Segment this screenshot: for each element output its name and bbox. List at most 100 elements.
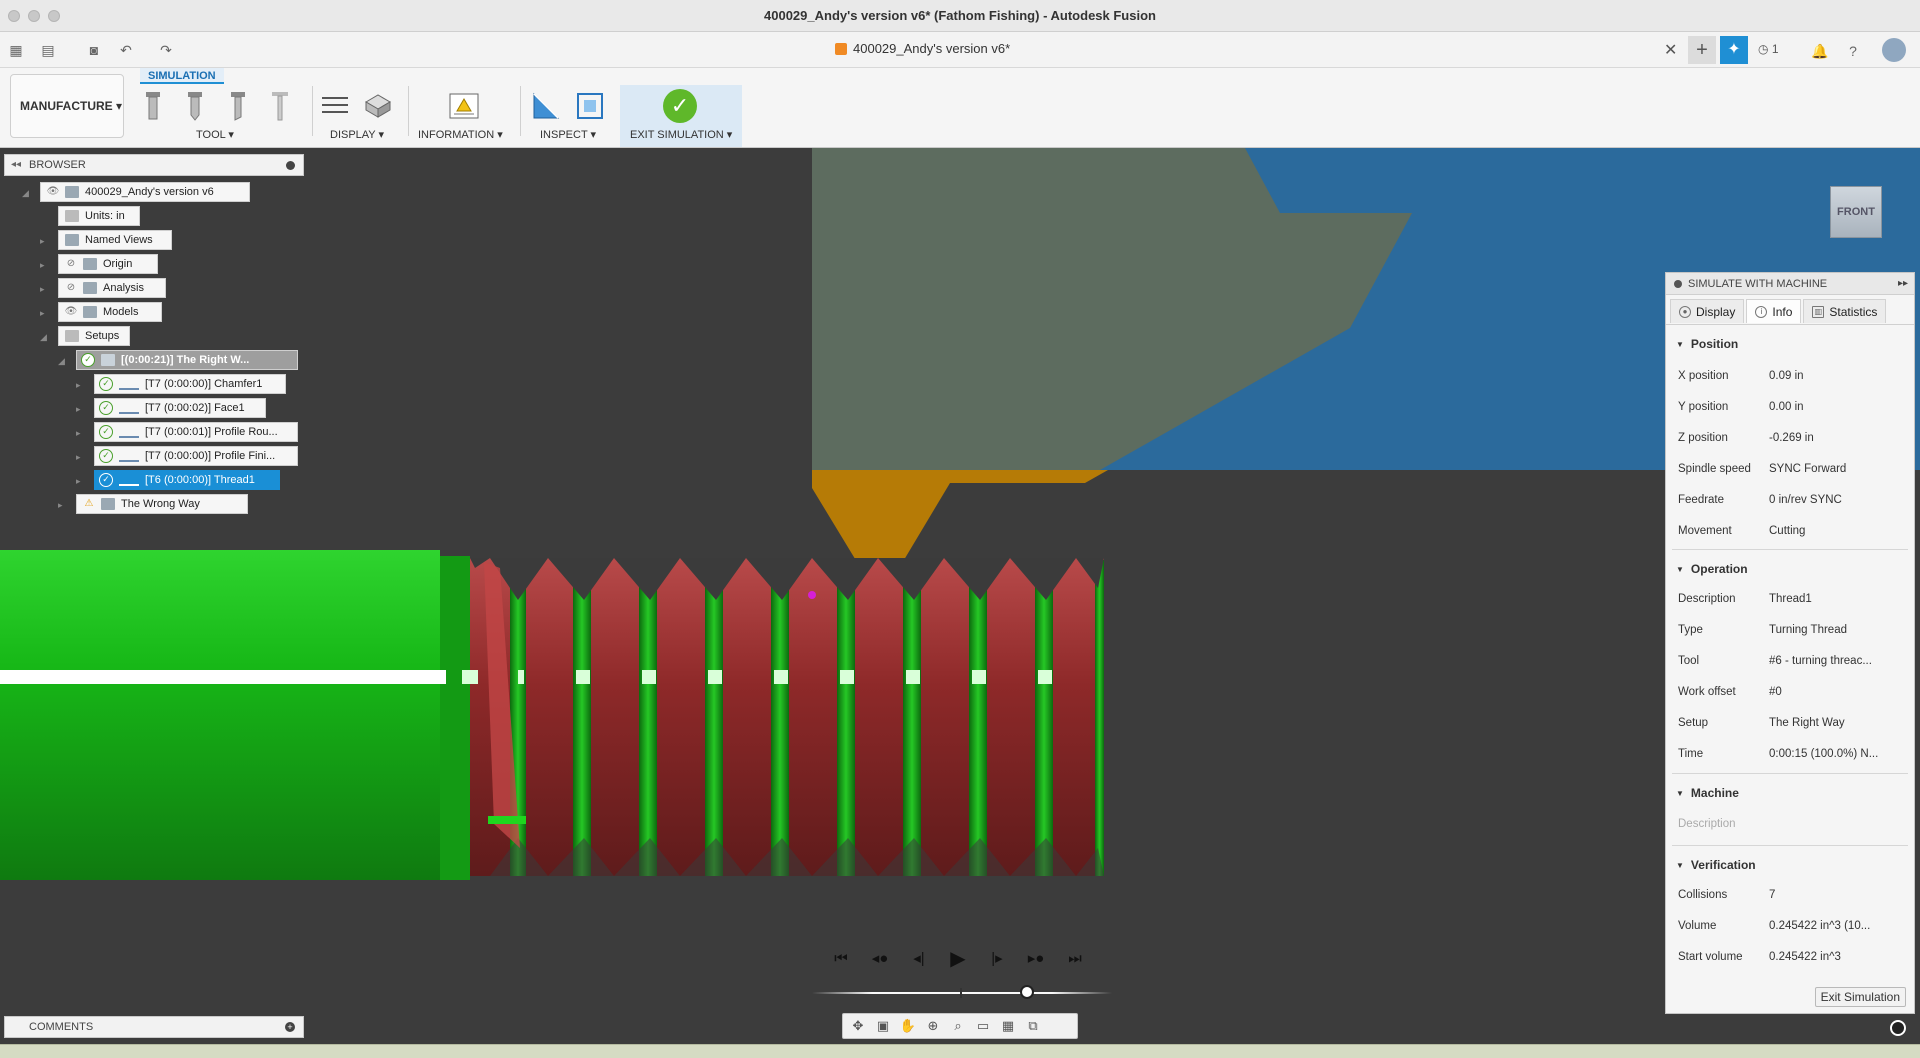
redo-icon[interactable]: ↷ — [156, 40, 176, 60]
expand-arrow-icon[interactable]: ▸ — [40, 308, 50, 318]
help-icon[interactable]: ? — [1843, 41, 1863, 61]
document-tab[interactable]: 400029_Andy's version v6* — [835, 41, 1010, 56]
tab-info[interactable]: i Info — [1746, 299, 1802, 323]
collapse-panel-icon[interactable]: ◂◂ — [11, 155, 21, 175]
minimize-panel-icon[interactable] — [1674, 280, 1682, 288]
section-position[interactable]: Position — [1676, 337, 1738, 351]
save-icon[interactable]: ◙ — [84, 40, 104, 60]
zoom-icon[interactable]: ⊕ — [924, 1017, 942, 1035]
comments-panel[interactable]: COMMENTS + — [4, 1016, 304, 1038]
tree-setup-right-way[interactable]: ✓ [(0:00:21)] The Right W... — [76, 350, 298, 370]
step-back-icon[interactable]: ◂| — [908, 948, 930, 970]
design-timeline[interactable] — [0, 1044, 1920, 1058]
orbit-icon[interactable]: ✥ — [849, 1017, 867, 1035]
tree-op-profile-rough[interactable]: ✓ [T7 (0:00:01)] Profile Rou... — [94, 422, 298, 442]
job-status[interactable]: ◷ 1 — [1758, 42, 1779, 56]
tree-named-views[interactable]: Named Views — [58, 230, 172, 250]
section-verification[interactable]: Verification — [1676, 858, 1756, 872]
graphics-canvas[interactable] — [0, 148, 1920, 1044]
tab-display[interactable]: ● Display — [1670, 299, 1745, 323]
next-operation-icon[interactable]: ▸● — [1025, 948, 1047, 970]
expand-arrow-icon[interactable]: ◢ — [40, 332, 50, 342]
visibility-eye-off-icon[interactable]: ⊘ — [63, 258, 79, 270]
row-label: Type — [1678, 624, 1703, 636]
expand-arrow-icon[interactable]: ▸ — [58, 500, 68, 510]
information-icon[interactable] — [448, 90, 480, 122]
expand-arrow-icon[interactable]: ▸ — [40, 236, 50, 246]
simulate-panel-header[interactable]: SIMULATE WITH MACHINE ▸▸ — [1666, 273, 1914, 295]
tree-op-thread[interactable]: ✓ [T6 (0:00:00)] Thread1 — [94, 470, 280, 490]
section-machine[interactable]: Machine — [1676, 786, 1739, 800]
tool-drill-icon[interactable] — [185, 90, 205, 122]
tree-units[interactable]: Units: in — [58, 206, 140, 226]
tab-simulation[interactable]: SIMULATION — [140, 68, 224, 84]
expand-arrow-icon[interactable]: ◢ — [22, 188, 32, 198]
view-cube[interactable]: FRONT — [1830, 186, 1882, 238]
visibility-eye-off-icon[interactable]: ⊘ — [63, 282, 79, 294]
display-stock-icon[interactable] — [362, 90, 394, 122]
tree-op-profile-finish[interactable]: ✓ [T7 (0:00:00)] Profile Fini... — [94, 446, 298, 466]
section-operation[interactable]: Operation — [1676, 562, 1748, 576]
tree-origin[interactable]: ⊘ Origin — [58, 254, 158, 274]
expand-arrow-icon[interactable]: ▸ — [76, 476, 86, 486]
check-circle-icon: ✓ — [99, 473, 113, 487]
look-at-icon[interactable]: ▣ — [874, 1017, 892, 1035]
tool-group-label[interactable]: TOOL ▾ — [196, 128, 234, 141]
panel-options-icon[interactable] — [286, 161, 295, 170]
exit-simulation-button[interactable]: ✓ EXIT SIMULATION ▾ — [620, 85, 742, 147]
setup-icon — [101, 498, 115, 510]
fit-icon[interactable]: ⌕ — [949, 1017, 967, 1035]
file-menu-icon[interactable]: ▤ — [38, 40, 58, 60]
tree-analysis[interactable]: ⊘ Analysis — [58, 278, 166, 298]
undo-icon[interactable]: ↶ — [116, 40, 136, 60]
workspace-switcher[interactable]: MANUFACTURE ▾ — [10, 74, 124, 138]
tab-statistics[interactable]: ▥ Statistics — [1803, 299, 1887, 323]
browser-header[interactable]: ◂◂ BROWSER — [4, 154, 304, 176]
new-tab-button[interactable]: + — [1688, 36, 1716, 64]
display-lines-icon[interactable] — [320, 90, 350, 122]
expand-panel-icon[interactable]: ▸▸ — [1898, 273, 1908, 295]
playback-timeline-track[interactable] — [812, 992, 1112, 994]
viewports-icon[interactable]: ⧉ — [1024, 1017, 1042, 1035]
tool-chamfer-icon[interactable] — [228, 90, 248, 122]
expand-arrow-icon[interactable]: ▸ — [76, 452, 86, 462]
expand-arrow-icon[interactable]: ◢ — [58, 356, 68, 366]
inspect-group-label[interactable]: INSPECT ▾ — [540, 128, 596, 141]
expand-arrow-icon[interactable]: ▸ — [76, 404, 86, 414]
skip-to-end-icon[interactable]: ⏭ — [1064, 948, 1086, 970]
information-group-label[interactable]: INFORMATION ▾ — [418, 128, 503, 141]
tool-endmill-icon[interactable] — [143, 90, 163, 122]
skip-to-start-icon[interactable]: ⏮ — [830, 948, 852, 970]
visibility-eye-icon[interactable]: 👁 — [45, 186, 61, 198]
pan-icon[interactable]: ✋ — [899, 1017, 917, 1035]
display-group-label[interactable]: DISPLAY ▾ — [330, 128, 384, 141]
extensions-icon[interactable]: ✦ — [1720, 36, 1748, 64]
previous-operation-icon[interactable]: ◂● — [869, 948, 891, 970]
expand-arrow-icon[interactable]: ▸ — [76, 428, 86, 438]
tree-setups[interactable]: Setups — [58, 326, 130, 346]
user-avatar[interactable] — [1882, 38, 1906, 62]
tree-models[interactable]: 👁 Models — [58, 302, 162, 322]
tree-setup-wrong-way[interactable]: ⚠ The Wrong Way — [76, 494, 248, 514]
capture-icon[interactable] — [1890, 1020, 1906, 1036]
display-settings-icon[interactable]: ▭ — [974, 1017, 992, 1035]
expand-arrow-icon[interactable]: ▸ — [40, 260, 50, 270]
tree-op-chamfer[interactable]: ✓ [T7 (0:00:00)] Chamfer1 — [94, 374, 286, 394]
visibility-eye-icon[interactable]: 👁 — [63, 306, 79, 318]
add-comment-icon[interactable]: + — [285, 1022, 295, 1032]
expand-arrow-icon[interactable]: ▸ — [40, 284, 50, 294]
exit-simulation-panel-button[interactable]: Exit Simulation — [1814, 987, 1906, 1007]
expand-arrow-icon[interactable]: ▸ — [76, 380, 86, 390]
inspect-compare-icon[interactable] — [574, 90, 606, 122]
playback-slider-handle[interactable] — [1020, 985, 1034, 999]
inspect-measure-icon[interactable] — [530, 90, 562, 122]
tree-root[interactable]: 👁 400029_Andy's version v6 — [40, 182, 250, 202]
grid-settings-icon[interactable]: ▦ — [999, 1017, 1017, 1035]
notifications-icon[interactable]: 🔔 — [1810, 41, 1830, 61]
tree-op-face[interactable]: ✓ [T7 (0:00:02)] Face1 — [94, 398, 266, 418]
tool-probe-icon[interactable] — [270, 90, 290, 122]
app-grid-icon[interactable]: ▦ — [6, 40, 26, 60]
close-tab-icon[interactable]: ✕ — [1664, 40, 1677, 60]
step-forward-icon[interactable]: |▸ — [986, 948, 1008, 970]
play-icon[interactable]: ▶ — [947, 948, 969, 970]
